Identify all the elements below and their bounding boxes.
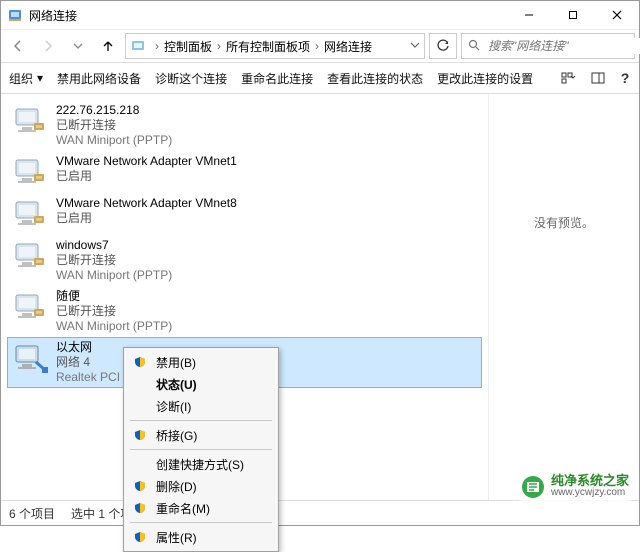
connection-item[interactable]: windows7已断开连接WAN Miniport (PPTP) — [7, 235, 482, 286]
cmd-change-settings[interactable]: 更改此连接的设置 — [437, 70, 533, 87]
ctx-delete[interactable]: 删除(D) — [126, 475, 276, 497]
ctx-bridge[interactable]: 桥接(G) — [126, 424, 276, 446]
ctx-status[interactable]: 状态(U) — [126, 373, 276, 395]
chevron-down-icon[interactable] — [410, 39, 420, 53]
connection-item[interactable]: 222.76.215.218已断开连接WAN Miniport (PPTP) — [7, 100, 482, 151]
preview-pane: 没有预览。 — [488, 94, 639, 500]
window-title: 网络连接 — [29, 7, 507, 24]
preview-text: 没有预览。 — [534, 214, 594, 231]
organize-menu[interactable]: 组织 ▾ — [9, 70, 43, 87]
cmd-rename[interactable]: 重命名此连接 — [241, 70, 313, 87]
help-button[interactable]: ? — [619, 67, 631, 89]
titlebar: 网络连接 — [1, 1, 639, 30]
preview-pane-button[interactable] — [591, 67, 605, 89]
search-box[interactable] — [461, 33, 635, 59]
connection-status: 已断开连接 — [56, 304, 172, 319]
window-buttons — [507, 1, 639, 29]
connection-name: VMware Network Adapter VMnet8 — [56, 196, 237, 211]
breadcrumb-item[interactable]: 网络连接 — [324, 38, 372, 55]
shield-icon — [132, 427, 148, 443]
ctx-shortcut[interactable]: 创建快捷方式(S) — [126, 453, 276, 475]
shield-icon — [132, 529, 148, 545]
network-adapter-icon — [12, 103, 48, 139]
search-icon — [468, 39, 480, 54]
connection-item[interactable]: 随便已断开连接WAN Miniport (PPTP) — [7, 286, 482, 337]
ctx-disable[interactable]: 禁用(B) — [126, 351, 276, 373]
status-bar: 6 个项目 选中 1 个项 — [1, 500, 639, 525]
network-adapter-icon — [12, 196, 48, 232]
watermark-text: 纯净系统之家 — [551, 475, 629, 487]
refresh-button[interactable] — [429, 33, 457, 59]
connection-device: WAN Miniport (PPTP) — [56, 268, 172, 283]
connection-device: Realtek PCI — [56, 370, 120, 385]
nav-history-button[interactable] — [65, 33, 91, 59]
connection-status: 已启用 — [56, 169, 237, 184]
connection-name: VMware Network Adapter VMnet1 — [56, 154, 237, 169]
maximize-button[interactable] — [551, 1, 595, 29]
nav-back-button[interactable] — [5, 33, 31, 59]
chevron-right-icon: › — [315, 39, 319, 53]
connection-status: 已启用 — [56, 211, 237, 226]
status-count: 6 个项目 — [9, 505, 55, 522]
chevron-right-icon: › — [217, 39, 221, 53]
cmd-diagnose[interactable]: 诊断这个连接 — [155, 70, 227, 87]
connection-item[interactable]: VMware Network Adapter VMnet8已启用 — [7, 193, 482, 235]
shield-icon — [132, 500, 148, 516]
connection-device: WAN Miniport (PPTP) — [56, 133, 172, 148]
search-input[interactable] — [486, 38, 640, 54]
separator — [130, 449, 272, 450]
connection-item[interactable]: VMware Network Adapter VMnet1已启用 — [7, 151, 482, 193]
chevron-right-icon: › — [155, 39, 159, 53]
chevron-down-icon: ▾ — [37, 71, 43, 85]
context-menu: 禁用(B) 状态(U) 诊断(I) 桥接(G) 创建快捷方式(S) 删除(D) … — [123, 347, 279, 552]
view-options-button[interactable] — [561, 67, 577, 89]
connection-name: 以太网 — [56, 340, 120, 355]
connection-name: 222.76.215.218 — [56, 103, 172, 118]
content-area: 222.76.215.218已断开连接WAN Miniport (PPTP)VM… — [1, 94, 639, 500]
connection-name: 随便 — [56, 289, 172, 304]
ctx-properties[interactable]: 属性(R) — [126, 526, 276, 548]
shield-icon — [132, 354, 148, 370]
cmd-disable-device[interactable]: 禁用此网络设备 — [57, 70, 141, 87]
ctx-diagnose[interactable]: 诊断(I) — [126, 395, 276, 417]
separator — [130, 522, 272, 523]
separator — [130, 420, 272, 421]
close-button[interactable] — [595, 1, 639, 29]
network-adapter-icon — [12, 340, 48, 376]
breadcrumb[interactable]: › 控制面板 › 所有控制面板项 › 网络连接 — [125, 33, 425, 59]
minimize-button[interactable] — [507, 1, 551, 29]
ctx-rename[interactable]: 重命名(M) — [126, 497, 276, 519]
connection-status: 网络 4 — [56, 355, 120, 370]
breadcrumb-item[interactable]: 所有控制面板项 — [226, 38, 310, 55]
network-adapter-icon — [12, 289, 48, 325]
shield-icon — [132, 478, 148, 494]
nav-forward-button[interactable] — [35, 33, 61, 59]
network-adapter-icon — [12, 154, 48, 190]
network-adapter-icon — [12, 238, 48, 274]
address-bar: › 控制面板 › 所有控制面板项 › 网络连接 — [1, 30, 639, 63]
connection-status: 已断开连接 — [56, 118, 172, 133]
cmd-view-status[interactable]: 查看此连接的状态 — [327, 70, 423, 87]
nav-up-button[interactable] — [95, 33, 121, 59]
breadcrumb-item[interactable]: 控制面板 — [164, 38, 212, 55]
connection-device: WAN Miniport (PPTP) — [56, 319, 172, 334]
connection-name: windows7 — [56, 238, 172, 253]
control-panel-icon — [130, 38, 146, 54]
window-icon — [7, 7, 23, 23]
connection-status: 已断开连接 — [56, 253, 172, 268]
watermark: 纯净系统之家 www.ycwjzy.com — [517, 473, 633, 501]
watermark-url: www.ycwjzy.com — [551, 487, 629, 499]
watermark-logo-icon — [521, 475, 545, 499]
command-bar: 组织 ▾ 禁用此网络设备 诊断这个连接 重命名此连接 查看此连接的状态 更改此连… — [1, 63, 639, 94]
